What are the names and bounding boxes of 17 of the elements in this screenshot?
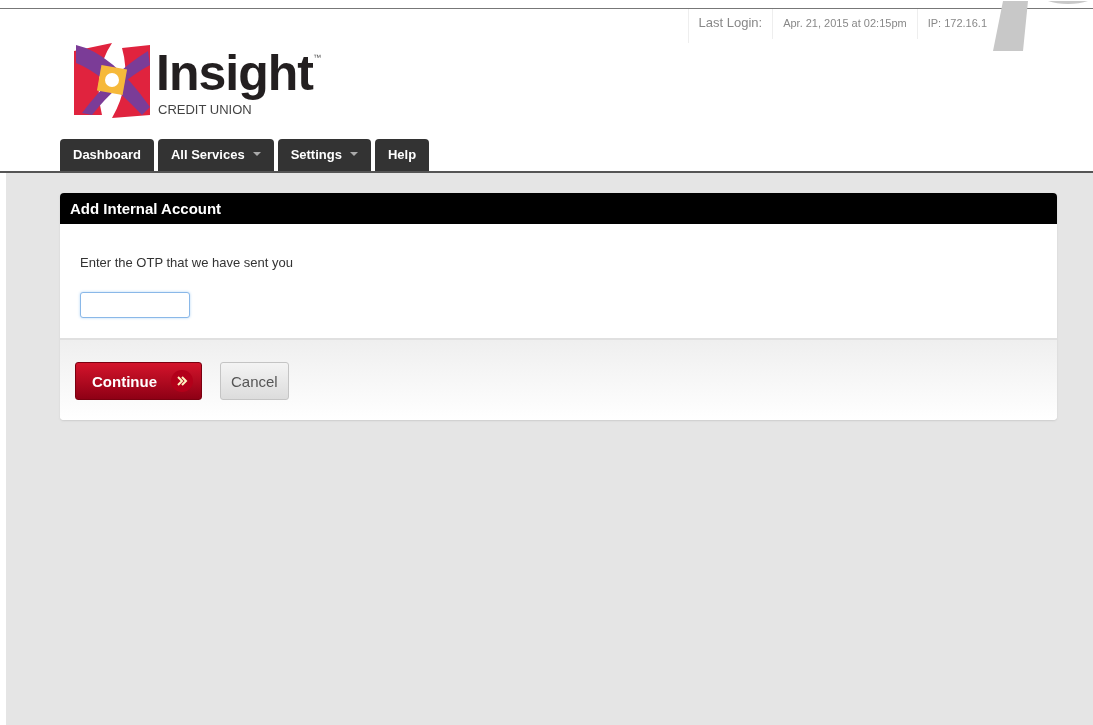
continue-button[interactable]: Continue — [75, 362, 202, 400]
nav-tab[interactable]: Settings — [277, 139, 371, 171]
nav-tab[interactable]: All Services — [157, 139, 274, 171]
logo-icon — [72, 43, 152, 118]
nav-tab[interactable]: Dashboard — [60, 139, 154, 171]
last-login-label: Last Login: — [688, 9, 774, 39]
chevron-icon — [171, 370, 193, 392]
cancel-button[interactable]: Cancel — [220, 362, 289, 400]
trademark-sign: ™ — [312, 53, 321, 62]
logo-subtitle: CREDIT UNION — [158, 103, 253, 116]
last-login-date: Apr. 21, 2015 at 02:15pm — [782, 16, 908, 31]
otp-prompt: Enter the OTP that we have sent you — [80, 255, 294, 270]
logo-wordmark: Insight — [156, 44, 313, 103]
panel-title: Add Internal Account — [60, 193, 1057, 224]
nav-tab[interactable]: Help — [374, 139, 430, 171]
ip-address: IP: 172.16.1 — [916, 9, 993, 39]
otp-input-field[interactable] — [80, 292, 190, 318]
